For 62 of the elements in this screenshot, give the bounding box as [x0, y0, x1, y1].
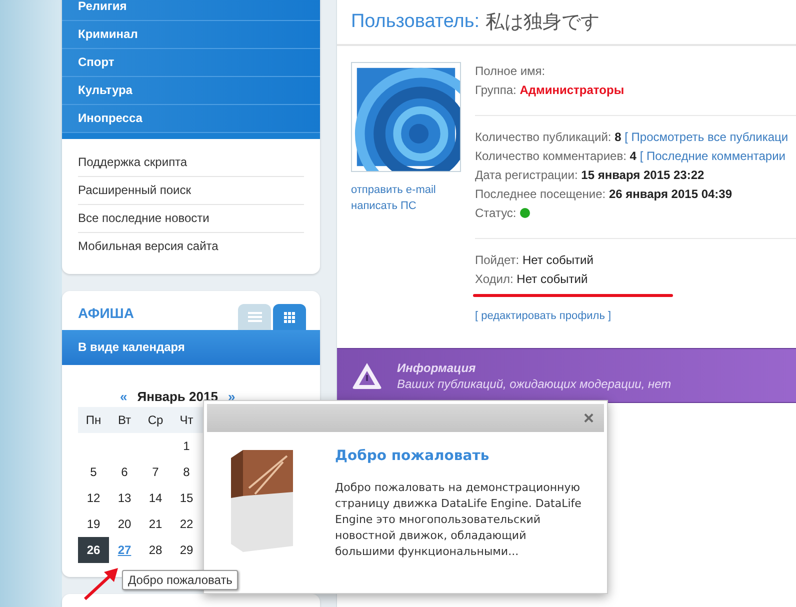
- view-tab[interactable]: [273, 304, 306, 330]
- stat-link[interactable]: [ Просмотреть все публикаци: [624, 130, 788, 144]
- popup-title: Добро пожаловать: [335, 448, 490, 464]
- stat-label: Последнее посещение:: [475, 187, 606, 201]
- calendar-day: 14: [140, 485, 171, 511]
- calendar-day: 6: [109, 459, 140, 485]
- stat-value: 8: [614, 130, 622, 144]
- sidebar-link[interactable]: Мобильная версия сайта: [78, 233, 304, 260]
- calendar-day: 28: [140, 537, 171, 563]
- calendar-day: 13: [109, 485, 140, 511]
- calendar-day: 26: [78, 537, 109, 563]
- category-item[interactable]: Религия: [62, 0, 320, 21]
- calendar-day: 7: [140, 459, 171, 485]
- calendar-day: 8: [171, 459, 202, 485]
- stat-value: 26 января 2015 04:39: [608, 187, 732, 201]
- event-label: Пойдет:: [475, 253, 520, 267]
- stat-label: Количество публикаций:: [475, 130, 612, 144]
- calendar-view-bar: В виде календаря: [62, 330, 320, 365]
- afisha-title: АФИША: [78, 305, 134, 321]
- page-title: Пользователь:: [351, 11, 480, 33]
- stat-value: 15 января 2015 23:22: [581, 168, 704, 182]
- category-item[interactable]: Спорт: [62, 49, 320, 77]
- popup-text: Добро пожаловать на демонстрационную страницу движка DataLife Engine. DataLife Engine это многопользовательский новостной движок, обладающий большими функциональными...: [335, 480, 582, 560]
- grid-icon: [284, 312, 295, 322]
- stat-value: 4: [630, 149, 636, 163]
- info-message: Информация Ваших публикаций, ожидающих модерации, нет: [397, 360, 672, 392]
- calendar-day: 29: [171, 537, 202, 563]
- stat-link[interactable]: [ Последние комментарии: [640, 149, 786, 163]
- previous-month-link[interactable]: «: [120, 388, 128, 404]
- event-value: Нет событий: [516, 272, 588, 286]
- category-item[interactable]: Культура: [62, 77, 320, 105]
- profile-action-link[interactable]: написать ПС: [351, 200, 461, 212]
- sidebar-link[interactable]: Поддержка скрипта: [78, 149, 304, 177]
- calendar-day: 12: [78, 485, 109, 511]
- category-item[interactable]: Инопресса: [62, 105, 320, 133]
- event-value: Нет событий: [522, 253, 594, 267]
- tooltip: Добро пожаловать: [122, 570, 238, 590]
- group-label: Группа:: [475, 83, 516, 97]
- sidebar-link[interactable]: Все последние новости: [78, 205, 304, 233]
- stat-label: Дата регистрации:: [475, 168, 578, 182]
- profile-action-link[interactable]: отправить e-mail: [351, 184, 461, 196]
- username: 私は独身です: [486, 10, 600, 35]
- calendar-day: 15: [171, 485, 202, 511]
- list-icon: [248, 312, 262, 322]
- group-value: Администраторы: [520, 83, 624, 97]
- edit-profile-link[interactable]: [ редактировать профиль ]: [475, 307, 612, 326]
- calendar-day[interactable]: 27: [109, 537, 140, 563]
- calendar-day: 5: [78, 459, 109, 485]
- warning-icon: [351, 360, 383, 390]
- next-month-link[interactable]: »: [228, 388, 236, 404]
- event-label: Ходил:: [475, 272, 514, 286]
- sidebar-link[interactable]: Расширенный поиск: [78, 177, 304, 205]
- calendar-day: 1: [171, 433, 202, 459]
- calendar-day: 22: [171, 511, 202, 537]
- stat-label: Количество комментариев:: [475, 149, 626, 163]
- full-name-label: Полное имя:: [475, 63, 546, 80]
- close-button[interactable]: ×: [581, 409, 596, 427]
- calendar-day: 20: [109, 511, 140, 537]
- calendar-day: 19: [78, 511, 109, 537]
- status-label: Статус:: [475, 206, 516, 220]
- category-item[interactable]: Криминал: [62, 21, 320, 49]
- calendar-day: 21: [140, 511, 171, 537]
